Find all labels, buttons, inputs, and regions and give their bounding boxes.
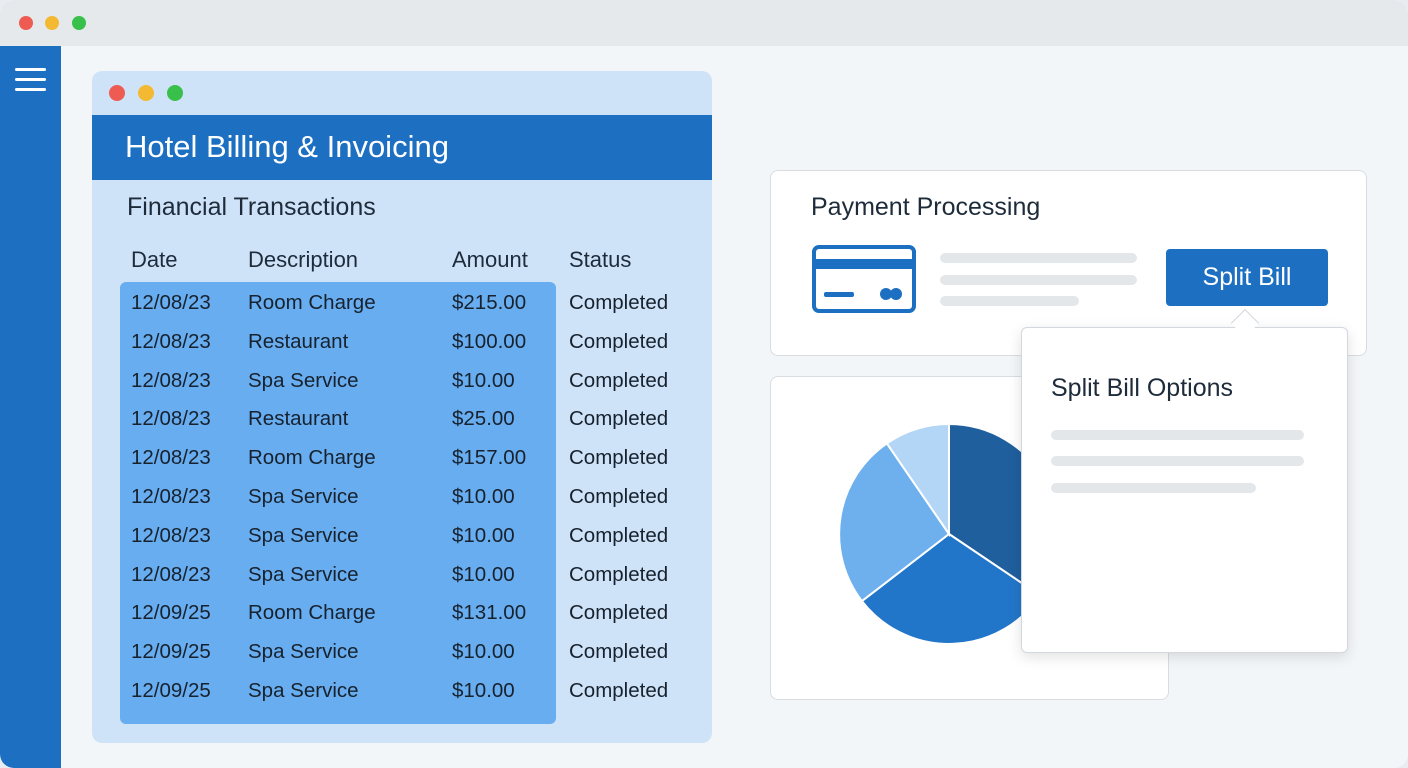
cell-date: 12/09/25: [131, 640, 211, 664]
table-row[interactable]: 12/08/23 Restaurant $100.00 Completed: [92, 321, 712, 360]
cell-status: Completed: [569, 523, 669, 547]
cell-date: 12/08/23: [131, 562, 211, 586]
cell-amount: $10.00: [452, 368, 515, 392]
cell-date: 12/08/23: [131, 368, 211, 392]
table-row[interactable]: 12/08/23 Spa Service $10.00 Completed: [92, 476, 712, 515]
cell-description: Room Charge: [248, 601, 376, 625]
cell-description: Restaurant: [248, 407, 349, 431]
placeholder-line: [940, 275, 1137, 285]
column-header-description[interactable]: Description: [248, 247, 358, 273]
cell-amount: $100.00: [452, 329, 527, 353]
cell-description: Spa Service: [248, 523, 359, 547]
cell-description: Restaurant: [248, 329, 349, 353]
cell-amount: $157.00: [452, 446, 527, 470]
cell-description: Spa Service: [248, 678, 359, 702]
credit-card-icon: [812, 245, 916, 313]
cell-status: Completed: [569, 291, 669, 314]
cell-status: Completed: [569, 368, 669, 392]
cell-status: Completed: [569, 329, 669, 353]
maximize-window-button[interactable]: [72, 16, 86, 30]
table-row[interactable]: 12/08/23 Restaurant $25.00 Completed: [92, 398, 712, 437]
hamburger-menu-icon[interactable]: [15, 68, 46, 92]
cell-date: 12/08/23: [131, 484, 211, 508]
cell-description: Spa Service: [248, 484, 359, 508]
close-window-button[interactable]: [19, 16, 33, 30]
popover-title: Split Bill Options: [1051, 374, 1234, 402]
cell-date: 12/08/23: [131, 523, 211, 547]
cell-status: Completed: [569, 407, 669, 431]
sidebar: [0, 46, 61, 768]
split-bill-popover: Split Bill Options: [1021, 327, 1348, 653]
cell-amount: $10.00: [452, 523, 515, 547]
cell-status: Completed: [569, 601, 669, 625]
cell-status: Completed: [569, 678, 669, 702]
cell-description: Spa Service: [248, 562, 359, 586]
table-row[interactable]: 12/08/23 Spa Service $10.00 Completed: [92, 360, 712, 399]
cell-amount: $131.00: [452, 601, 527, 625]
cell-date: 12/08/23: [131, 291, 211, 314]
cell-date: 12/08/23: [131, 446, 211, 470]
cell-amount: $10.00: [452, 484, 515, 508]
split-bill-button[interactable]: Split Bill: [1166, 249, 1328, 306]
billing-maximize-button[interactable]: [167, 85, 183, 101]
billing-minimize-button[interactable]: [138, 85, 154, 101]
cell-amount: $10.00: [452, 562, 515, 586]
cell-status: Completed: [569, 484, 669, 508]
transactions-table-body: 12/08/23 Room Charge $215.00 Completed 12/08…: [92, 282, 712, 709]
column-header-date[interactable]: Date: [131, 247, 177, 273]
cell-description: Room Charge: [248, 446, 376, 470]
app-window: Hotel Billing & Invoicing Financial Tran…: [0, 0, 1408, 768]
column-header-amount[interactable]: Amount: [452, 247, 528, 273]
cell-date: 12/08/23: [131, 329, 211, 353]
placeholder-line: [1051, 430, 1304, 440]
cell-amount: $10.00: [452, 678, 515, 702]
cell-status: Completed: [569, 562, 669, 586]
billing-window: Hotel Billing & Invoicing Financial Tran…: [92, 71, 712, 743]
placeholder-line: [1051, 456, 1304, 466]
cell-amount: $25.00: [452, 407, 515, 431]
table-row[interactable]: 12/09/25 Spa Service $10.00 Completed: [92, 670, 712, 709]
minimize-window-button[interactable]: [45, 16, 59, 30]
table-row[interactable]: 12/08/23 Spa Service $10.00 Completed: [92, 554, 712, 593]
cell-description: Spa Service: [248, 640, 359, 664]
table-row[interactable]: 12/08/23 Room Charge $215.00 Completed: [92, 282, 712, 321]
cell-description: Spa Service: [248, 368, 359, 392]
placeholder-line: [940, 253, 1137, 263]
payment-title: Payment Processing: [811, 193, 1041, 221]
billing-header: Hotel Billing & Invoicing: [92, 115, 712, 180]
table-row[interactable]: 12/08/23 Spa Service $10.00 Completed: [92, 515, 712, 554]
section-title: Financial Transactions: [127, 193, 376, 221]
column-header-status[interactable]: Status: [569, 247, 631, 273]
title-bar: [0, 0, 1408, 46]
placeholder-line: [940, 296, 1079, 306]
billing-close-button[interactable]: [109, 85, 125, 101]
cell-amount: $215.00: [452, 291, 527, 314]
placeholder-line: [1051, 483, 1256, 493]
cell-amount: $10.00: [452, 640, 515, 664]
cell-date: 12/09/25: [131, 601, 211, 625]
cell-date: 12/08/23: [131, 407, 211, 431]
cell-date: 12/09/25: [131, 678, 211, 702]
table-row[interactable]: 12/09/25 Room Charge $131.00 Completed: [92, 592, 712, 631]
cell-status: Completed: [569, 640, 669, 664]
table-row[interactable]: 12/09/25 Spa Service $10.00 Completed: [92, 631, 712, 670]
cell-description: Room Charge: [248, 291, 376, 314]
cell-status: Completed: [569, 446, 669, 470]
table-row[interactable]: 12/08/23 Room Charge $157.00 Completed: [92, 437, 712, 476]
billing-title: Hotel Billing & Invoicing: [125, 129, 449, 164]
